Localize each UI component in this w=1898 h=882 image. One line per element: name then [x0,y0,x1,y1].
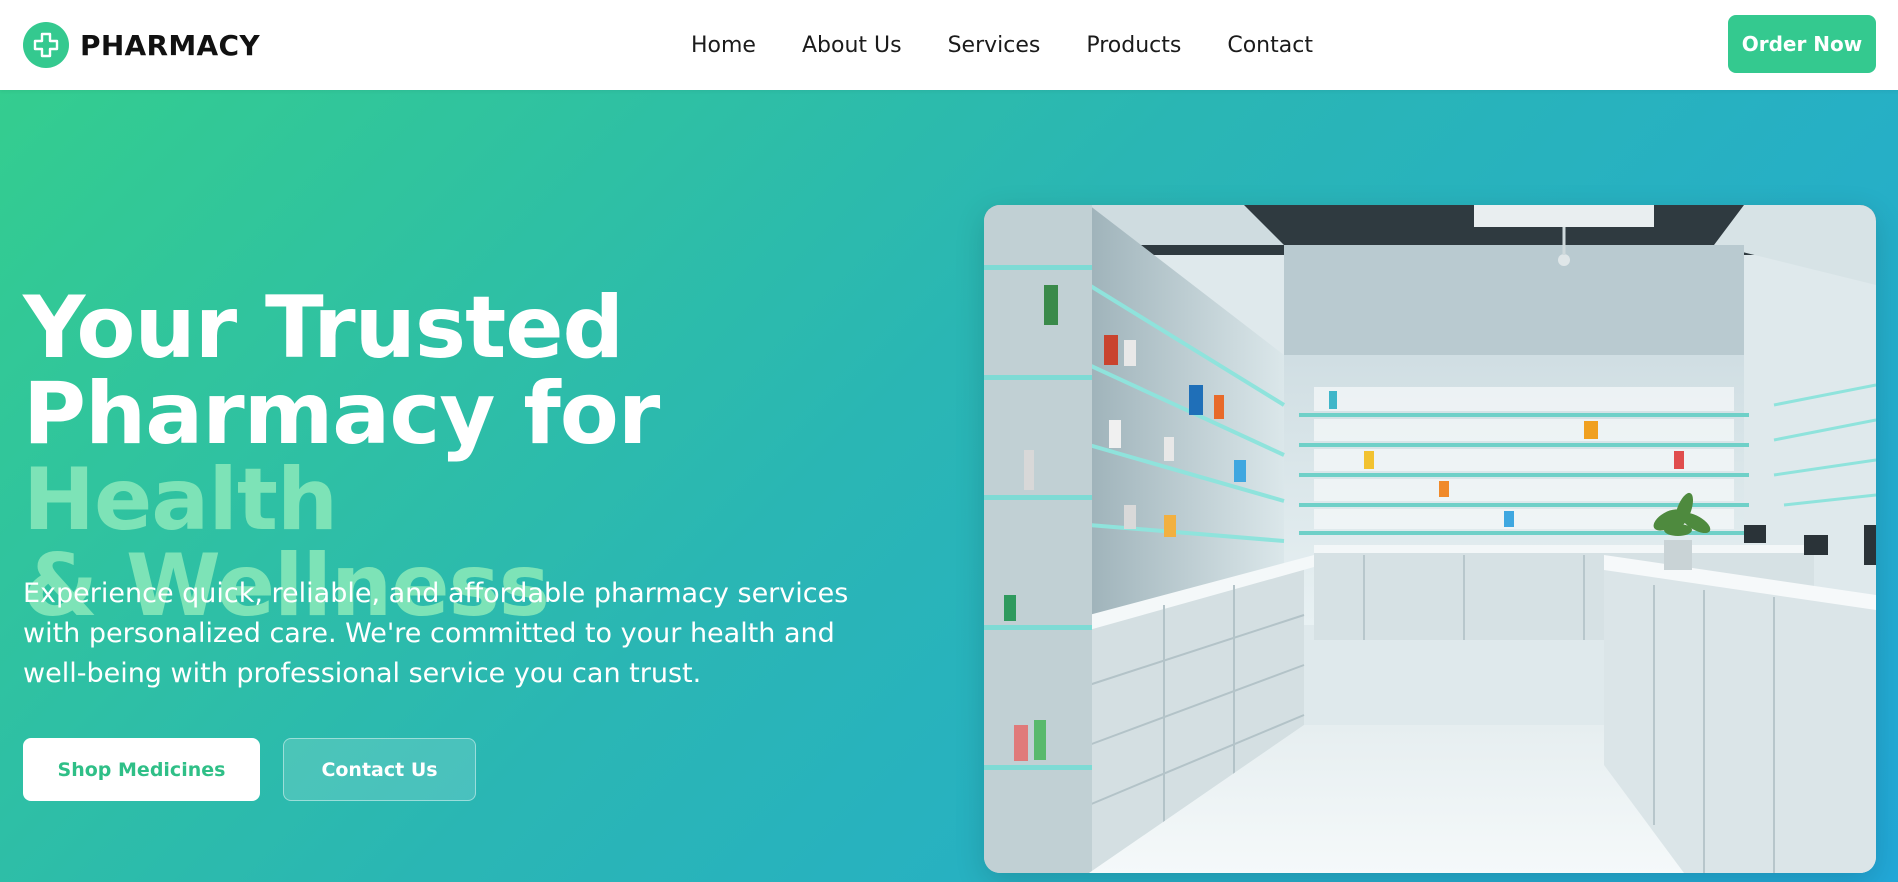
hero-title-line1: Your Trusted [23,278,624,378]
main-nav: Home About Us Services Products Contact [691,0,1313,90]
top-navbar: PHARMACY Home About Us Services Products… [0,0,1898,90]
nav-about-us[interactable]: About Us [802,33,902,58]
contact-us-button[interactable]: Contact Us [283,738,476,801]
nav-services[interactable]: Services [948,33,1041,58]
hero-section: Your Trusted Pharmacy for Health & Welln… [0,90,1898,882]
hero-subtitle: Experience quick, reliable, and affordab… [23,578,849,689]
shop-medicines-button[interactable]: Shop Medicines [23,738,260,801]
nav-contact[interactable]: Contact [1227,33,1313,58]
order-now-button[interactable]: Order Now [1728,15,1876,73]
hero-title-accent-health: Health [23,450,338,550]
nav-products[interactable]: Products [1086,33,1181,58]
pharmacy-interior-image [984,205,1876,873]
nav-home[interactable]: Home [691,33,756,58]
hero-title-line2: Pharmacy for [23,364,660,464]
brand[interactable]: PHARMACY [23,22,260,68]
medical-cross-icon [23,22,69,68]
brand-name: PHARMACY [80,28,260,62]
